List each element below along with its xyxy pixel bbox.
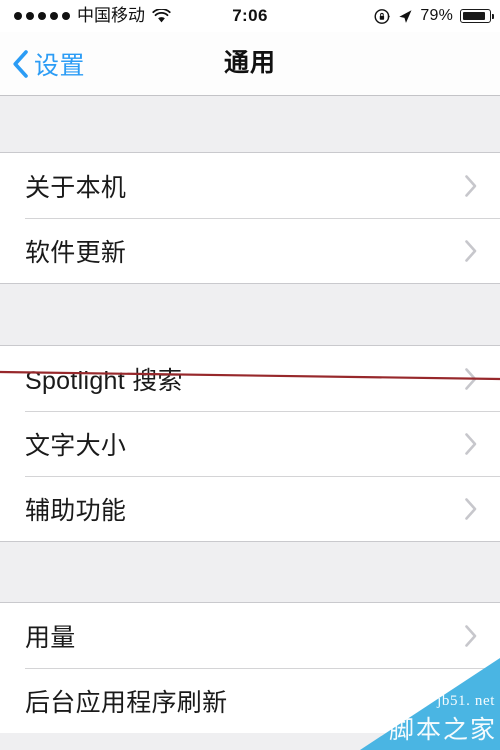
list-gap-top [0,96,500,152]
row-about[interactable]: 关于本机 [0,153,500,218]
row-usage[interactable]: 用量 [0,603,500,668]
settings-group-2: Spotlight 搜索 文字大小 辅助功能 [0,345,500,542]
row-label: 后台应用程序刷新 [25,688,228,717]
chevron-right-icon [464,174,478,198]
rotation-lock-icon [374,8,391,25]
chevron-right-icon [464,624,478,648]
row-spotlight-search[interactable]: Spotlight 搜索 [0,346,500,411]
iphone-settings-general-screen: 中国移动 7:06 79% 设置 通用 关于本机 软件更新 Spotlight … [0,0,500,750]
row-label: 软件更新 [25,238,127,267]
status-bar-right: 79% [374,0,495,32]
row-software-update[interactable]: 软件更新 [0,218,500,283]
chevron-right-icon [464,239,478,263]
settings-group-1: 关于本机 软件更新 [0,152,500,284]
battery-percentage: 79% [420,7,453,24]
row-label: 辅助功能 [25,496,127,525]
location-arrow-icon [398,9,413,24]
status-bar: 中国移动 7:06 79% [0,0,500,32]
row-label: 关于本机 [25,173,127,202]
list-gap-2 [0,542,500,602]
row-accessibility[interactable]: 辅助功能 [0,476,500,541]
list-gap-1 [0,284,500,345]
battery-icon [460,9,495,23]
row-text-size[interactable]: 文字大小 [0,411,500,476]
chevron-right-icon [464,689,478,713]
chevron-right-icon [464,367,478,391]
settings-group-3: 用量 后台应用程序刷新 [0,602,500,733]
row-label: Spotlight 搜索 [25,366,183,395]
chevron-right-icon [464,497,478,521]
page-title: 通用 [223,49,276,77]
chevron-right-icon [464,432,478,456]
row-label: 文字大小 [25,431,127,460]
row-background-app-refresh[interactable]: 后台应用程序刷新 [0,668,500,733]
row-label: 用量 [25,623,76,652]
settings-list: 关于本机 软件更新 Spotlight 搜索 文字大小 辅助功能 用量 后台应用… [0,96,500,733]
navigation-bar: 设置 通用 [0,32,500,96]
